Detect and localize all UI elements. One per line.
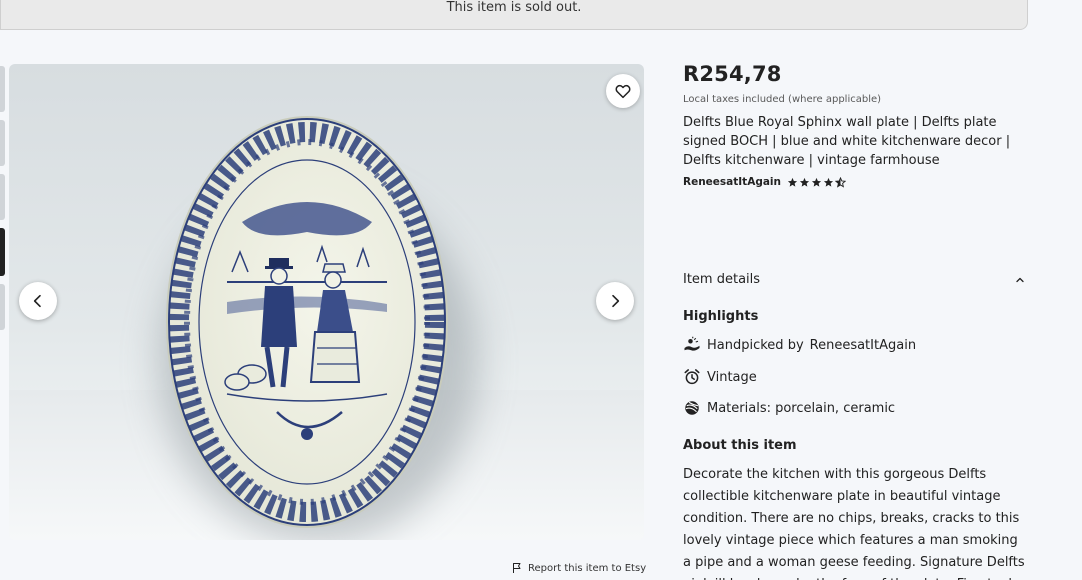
thumbnail[interactable] <box>0 174 5 220</box>
handpicked-shop-link[interactable]: ReneesatItAgain <box>810 338 916 353</box>
shop-name-link[interactable]: ReneesatItAgain <box>683 176 781 188</box>
highlight-vintage: Vintage <box>683 368 757 386</box>
listing-info: R254,78 Local taxes included (where appl… <box>683 62 1028 188</box>
thumbnail[interactable] <box>0 66 5 112</box>
shop-row: ReneesatItAgain <box>683 176 1028 188</box>
product-image <box>9 64 644 540</box>
star-icon <box>811 177 822 187</box>
star-half-icon <box>835 176 847 188</box>
sold-out-text: This item is sold out. <box>446 0 582 15</box>
about-item-description: Decorate the kitchen with this gorgeous … <box>683 467 1025 580</box>
report-item-link[interactable]: Report this item to Etsy <box>511 562 646 574</box>
about-item-title: About this item <box>683 438 797 453</box>
flag-icon <box>513 563 521 573</box>
thumbnail[interactable] <box>0 284 5 330</box>
previous-image-button[interactable] <box>19 282 57 320</box>
favorite-button[interactable] <box>606 74 640 108</box>
item-details-toggle[interactable]: Item details <box>683 272 1026 287</box>
alarm-clock-icon <box>683 368 701 386</box>
star-icon <box>823 177 834 187</box>
chevron-left-icon <box>33 294 41 308</box>
tax-note: Local taxes included (where applicable) <box>683 94 882 105</box>
next-image-button[interactable] <box>596 282 634 320</box>
thumbnail-strip <box>0 66 5 338</box>
rating-stars <box>787 176 847 188</box>
highlight-handpicked: Handpicked by ReneesatItAgain <box>683 336 916 354</box>
item-details-heading: Item details <box>683 272 761 287</box>
sold-out-banner: This item is sold out. <box>0 0 1028 30</box>
materials-label: Materials: porcelain, ceramic <box>707 400 896 416</box>
price: R254,78 <box>683 62 782 86</box>
vintage-label: Vintage <box>707 369 757 385</box>
highlights-title: Highlights <box>683 309 759 324</box>
chevron-right-icon <box>612 294 620 308</box>
page-margin <box>1028 0 1082 580</box>
heart-icon <box>615 84 631 99</box>
chevron-up-icon <box>1016 277 1024 282</box>
delft-plate-image <box>166 116 448 528</box>
star-icon <box>799 177 810 187</box>
star-icon <box>787 177 798 187</box>
thumbnail-active[interactable] <box>0 228 5 276</box>
highlight-materials: Materials: porcelain, ceramic <box>683 399 895 417</box>
yarn-icon <box>683 399 701 417</box>
thumbnail[interactable] <box>0 120 5 166</box>
report-item-label: Report this item to Etsy <box>528 562 647 574</box>
listing-title: Delfts Blue Royal Sphinx wall plate | De… <box>683 115 1011 168</box>
handpicked-prefix: Handpicked by <box>707 337 804 353</box>
hands-icon <box>683 336 701 354</box>
